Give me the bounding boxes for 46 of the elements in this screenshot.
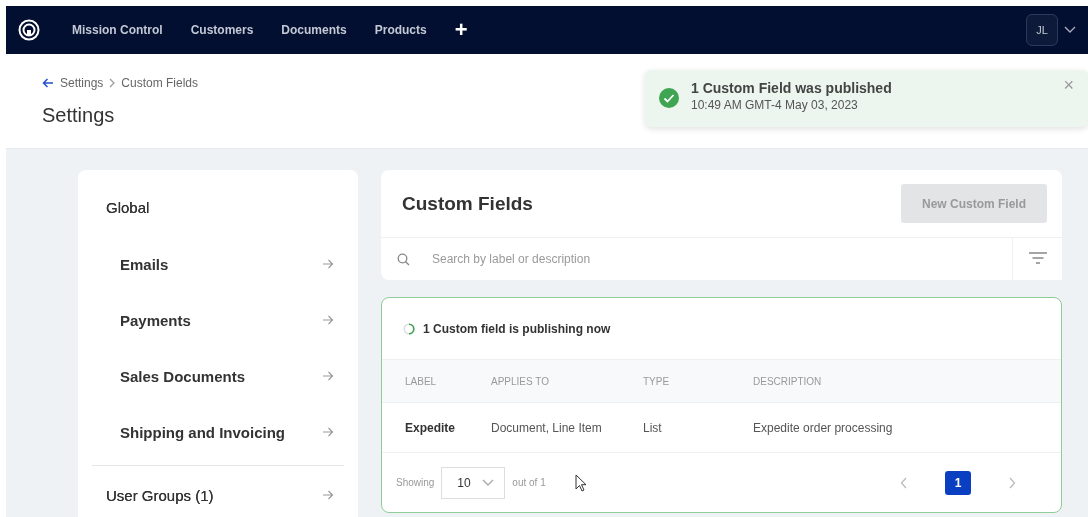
chevron-down-icon[interactable]: [1064, 26, 1076, 34]
back-arrow-icon[interactable]: [42, 78, 54, 88]
arrow-right-icon: [322, 259, 334, 269]
sidebar-group[interactable]: User Groups (1): [92, 466, 344, 517]
nav-link[interactable]: Documents: [281, 23, 347, 37]
column-header: LABEL: [382, 359, 490, 403]
column-header: APPLIES TO: [490, 359, 642, 403]
nav-link[interactable]: Customers: [190, 23, 254, 37]
mouse-cursor-icon: [574, 473, 587, 492]
toast-title: 1 Custom Field was published: [691, 80, 893, 96]
page-button[interactable]: 1: [945, 470, 971, 495]
arrow-right-icon: [322, 315, 334, 325]
toast-time: 10:49 AM GMT-4 May 03, 2023: [691, 98, 859, 112]
nav-link[interactable]: Mission Control: [72, 23, 163, 37]
table-cell: List: [642, 402, 752, 453]
breadcrumb-link[interactable]: Settings: [60, 76, 104, 90]
column-header: DESCRIPTION: [752, 359, 1061, 403]
chevron-down-icon: [482, 478, 495, 487]
search-icon: [397, 252, 410, 266]
showing-label: Showing: [396, 477, 435, 488]
total-label: out of 1: [512, 477, 546, 488]
nav-link[interactable]: Products: [374, 23, 427, 37]
column-header: TYPE: [642, 359, 752, 403]
sidebar-item[interactable]: Emails: [92, 236, 344, 292]
sidebar-item[interactable]: Sales Documents: [92, 348, 344, 404]
chevron-right-icon: [109, 78, 116, 88]
table-cell: Expedite order processing: [752, 402, 1061, 453]
arrow-right-icon: [322, 427, 334, 437]
arrow-right-icon: [322, 371, 334, 381]
filter-icon: [1027, 250, 1048, 265]
card-title: Custom Fields: [402, 192, 533, 215]
user-avatar[interactable]: JL: [1026, 14, 1058, 46]
sidebar-group[interactable]: Global: [92, 178, 160, 236]
table-cell: Document, Line Item: [490, 402, 642, 453]
check-circle-icon: [659, 88, 679, 108]
publishing-status: 1 Custom field is publishing now: [423, 321, 611, 336]
page-size-select[interactable]: 10: [441, 466, 506, 499]
page-title: Settings: [42, 104, 115, 127]
logo-icon[interactable]: [18, 19, 40, 41]
breadcrumb-link[interactable]: Custom Fields: [121, 76, 199, 90]
add-button[interactable]: +: [454, 19, 468, 41]
sidebar-item[interactable]: Payments: [92, 292, 344, 348]
table-cell: Expedite: [382, 402, 490, 453]
spinner-icon: [403, 322, 415, 335]
sidebar-item[interactable]: Shipping and Invoicing: [92, 404, 344, 460]
arrow-right-icon: [322, 490, 334, 500]
